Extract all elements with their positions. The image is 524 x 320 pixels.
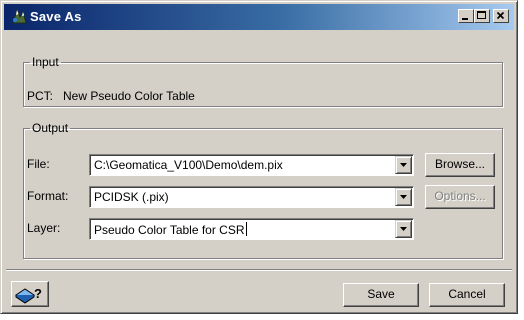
minimize-icon — [462, 18, 468, 20]
cancel-button[interactable]: Cancel — [429, 283, 505, 307]
save-button[interactable]: Save — [343, 283, 419, 307]
layer-combo[interactable]: Pseudo Color Table for CSR — [89, 218, 414, 240]
app-icon — [12, 8, 27, 24]
format-dropdown-button[interactable] — [395, 188, 412, 206]
output-group-legend: Output — [32, 121, 69, 135]
chevron-down-icon — [400, 227, 407, 231]
file-dropdown-button[interactable] — [395, 156, 412, 174]
browse-button[interactable]: Browse... — [425, 153, 495, 177]
footer-separator — [6, 269, 512, 271]
layer-value: Pseudo Color Table for CSR — [94, 223, 245, 237]
chevron-down-icon — [400, 195, 407, 199]
pct-value: New Pseudo Color Table — [63, 89, 195, 103]
window-title: Save As — [30, 9, 82, 24]
close-button[interactable] — [493, 9, 509, 23]
file-value: C:\Geomatica_V100\Demo\dem.pix — [94, 158, 283, 172]
pct-label: PCT: — [27, 89, 54, 103]
text-cursor — [245, 222, 247, 236]
maximize-icon — [477, 11, 486, 19]
input-group-legend: Input — [32, 55, 59, 69]
save-as-dialog: Save As Input PCT: New Pseudo Color Tabl… — [0, 0, 518, 314]
maximize-button[interactable] — [474, 9, 490, 23]
close-icon — [496, 11, 505, 20]
format-label: Format: — [27, 189, 69, 203]
options-button[interactable]: Options... — [425, 185, 495, 209]
layer-dropdown-button[interactable] — [395, 220, 412, 238]
layer-label: Layer: — [27, 221, 61, 235]
layer-field[interactable]: Pseudo Color Table for CSR — [94, 222, 247, 237]
input-group: Input PCT: New Pseudo Color Table — [23, 55, 503, 107]
svg-text:?: ? — [34, 286, 42, 301]
title-bar[interactable]: Save As — [4, 4, 514, 30]
file-label: File: — [27, 157, 50, 171]
minimize-button[interactable] — [458, 9, 474, 23]
format-combo[interactable]: PCIDSK (.pix) — [89, 186, 414, 208]
format-value: PCIDSK (.pix) — [94, 190, 169, 204]
file-combo[interactable]: C:\Geomatica_V100\Demo\dem.pix — [89, 154, 414, 176]
help-book-icon: ? — [15, 286, 42, 304]
chevron-down-icon — [400, 163, 407, 167]
output-group: Output File: C:\Geomatica_V100\Demo\dem.… — [23, 121, 503, 259]
help-button[interactable]: ? — [11, 281, 49, 307]
